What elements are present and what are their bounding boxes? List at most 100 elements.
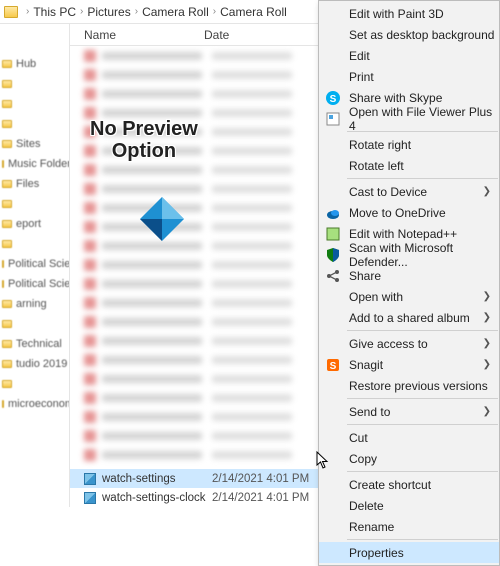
- defender-icon: [325, 247, 341, 263]
- folder-icon: [2, 240, 12, 248]
- context-menu: Edit with Paint 3D Set as desktop backgro…: [318, 0, 500, 566]
- menu-separator: [347, 398, 498, 399]
- breadcrumb-root[interactable]: This PC: [33, 5, 76, 19]
- sidebar-item-label: Hub: [16, 58, 36, 70]
- menu-item-label: Edit: [349, 49, 370, 63]
- menu-item-restore-previous-versions[interactable]: Restore previous versions: [319, 375, 499, 396]
- menu-item-label: Properties: [349, 546, 404, 560]
- menu-item-print[interactable]: Print: [319, 66, 499, 87]
- chevron-right-icon: ❯: [483, 359, 491, 370]
- menu-item-copy[interactable]: Copy: [319, 448, 499, 469]
- menu-item-scan-with-microsoft-defender[interactable]: Scan with Microsoft Defender...: [319, 244, 499, 265]
- menu-item-rotate-left[interactable]: Rotate left: [319, 155, 499, 176]
- sidebar-item[interactable]: microeconom: [0, 394, 69, 414]
- chevron-right-icon: ❯: [483, 186, 491, 197]
- sidebar-item[interactable]: Political Scien: [0, 254, 69, 274]
- sidebar-item[interactable]: arning: [0, 294, 69, 314]
- breadcrumb-pictures[interactable]: Pictures: [87, 5, 130, 19]
- menu-item-cast-to-device[interactable]: Cast to Device❯: [319, 181, 499, 202]
- folder-icon: [2, 200, 12, 208]
- menu-item-label: Rename: [349, 520, 394, 534]
- menu-separator: [347, 471, 498, 472]
- menu-item-open-with[interactable]: Open with ❯: [319, 286, 499, 307]
- column-name[interactable]: Name: [84, 28, 204, 42]
- menu-item-open-with-file-viewer-plus-4[interactable]: Open with File Viewer Plus 4: [319, 108, 499, 129]
- menu-item-label: Copy: [349, 452, 377, 466]
- image-file-icon: [84, 492, 96, 504]
- menu-item-label: Snagit: [349, 358, 383, 372]
- menu-item-create-shortcut[interactable]: Create shortcut: [319, 474, 499, 495]
- menu-separator: [347, 539, 498, 540]
- breadcrumb-camera-roll-2[interactable]: Camera Roll: [220, 5, 287, 19]
- menu-item-label: Open with: [349, 290, 403, 304]
- menu-item-rename[interactable]: Rename: [319, 516, 499, 537]
- sidebar-item[interactable]: [0, 114, 69, 134]
- folder-icon: [4, 6, 18, 18]
- menu-item-set-as-desktop-background[interactable]: Set as desktop background: [319, 24, 499, 45]
- sidebar-item[interactable]: eport: [0, 214, 69, 234]
- image-file-icon: [84, 473, 96, 485]
- folder-icon: [2, 300, 12, 308]
- sidebar-item-label: arning: [16, 298, 47, 310]
- sidebar-item[interactable]: Music Folder: [0, 154, 69, 174]
- sidebar-item[interactable]: [0, 194, 69, 214]
- svg-text:S: S: [330, 361, 337, 372]
- folder-icon: [2, 260, 4, 268]
- sidebar-item[interactable]: [0, 74, 69, 94]
- menu-item-label: Move to OneDrive: [349, 206, 446, 220]
- sidebar-item-label: Music Folder: [8, 158, 70, 170]
- sidebar-item[interactable]: [0, 234, 69, 254]
- column-date[interactable]: Date: [204, 28, 334, 42]
- sidebar-item[interactable]: Technical: [0, 334, 69, 354]
- folder-icon: [2, 340, 12, 348]
- menu-item-label: Set as desktop background: [349, 28, 494, 42]
- file-date: 2/14/2021 4:01 PM: [212, 492, 327, 504]
- sidebar-item[interactable]: tudio 2019: [0, 354, 69, 374]
- menu-item-label: Delete: [349, 499, 384, 513]
- sidebar-item[interactable]: Files: [0, 174, 69, 194]
- sidebar-item[interactable]: Sites: [0, 134, 69, 154]
- menu-item-label: Restore previous versions: [349, 379, 488, 393]
- menu-item-send-to[interactable]: Send to❯: [319, 401, 499, 422]
- menu-item-properties[interactable]: Properties: [319, 542, 499, 563]
- sidebar-item-label: Files: [16, 178, 39, 190]
- share-icon: [325, 268, 341, 284]
- menu-separator: [347, 330, 498, 331]
- menu-item-label: Open with File Viewer Plus 4: [349, 105, 499, 133]
- menu-separator: [347, 424, 498, 425]
- folder-icon: [2, 140, 12, 148]
- menu-item-snagit[interactable]: S Snagit ❯: [319, 354, 499, 375]
- sidebar-item[interactable]: Political Scien: [0, 274, 69, 294]
- chevron-right-icon: ›: [213, 6, 216, 17]
- notepadpp-icon: [325, 226, 341, 242]
- sidebar-item-label: microeconom: [8, 398, 70, 410]
- menu-item-label: Create shortcut: [349, 478, 431, 492]
- sidebar-item[interactable]: [0, 94, 69, 114]
- svg-text:S: S: [330, 94, 337, 105]
- menu-item-edit[interactable]: Edit: [319, 45, 499, 66]
- breadcrumb-camera-roll-1[interactable]: Camera Roll: [142, 5, 209, 19]
- sidebar-item-label: tudio 2019: [16, 358, 67, 370]
- sidebar-item[interactable]: [0, 314, 69, 334]
- menu-item-add-to-a-shared-album[interactable]: Add to a shared album❯: [319, 307, 499, 328]
- sidebar-item-label: Technical: [16, 338, 62, 350]
- chevron-right-icon: ❯: [483, 338, 491, 349]
- folder-icon: [2, 360, 12, 368]
- chevron-right-icon: ❯: [483, 312, 491, 323]
- menu-item-delete[interactable]: Delete: [319, 495, 499, 516]
- sidebar-item[interactable]: [0, 374, 69, 394]
- folder-icon: [2, 100, 12, 108]
- folder-icon: [2, 280, 4, 288]
- sidebar-item-label: Sites: [16, 138, 40, 150]
- menu-item-give-access-to[interactable]: Give access to❯: [319, 333, 499, 354]
- menu-item-cut[interactable]: Cut: [319, 427, 499, 448]
- fileviewer-icon: [325, 111, 341, 127]
- menu-item-rotate-right[interactable]: Rotate right: [319, 134, 499, 155]
- menu-item-label: Rotate right: [349, 138, 411, 152]
- chevron-right-icon: ❯: [483, 291, 491, 302]
- sidebar-item[interactable]: Hub: [0, 54, 69, 74]
- menu-item-edit-with-paint-3d[interactable]: Edit with Paint 3D: [319, 3, 499, 24]
- folder-icon: [2, 320, 12, 328]
- menu-item-move-to-onedrive[interactable]: Move to OneDrive: [319, 202, 499, 223]
- menu-item-share[interactable]: Share: [319, 265, 499, 286]
